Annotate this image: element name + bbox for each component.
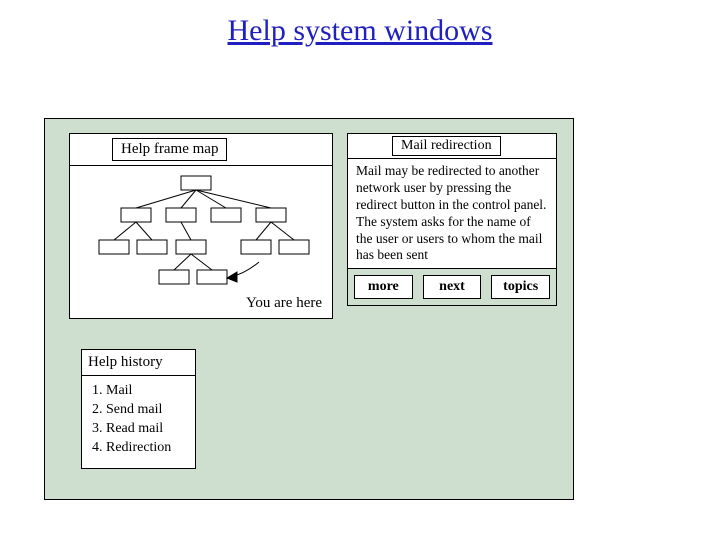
- item-label: Send mail: [106, 402, 162, 417]
- item-number: 3.: [92, 421, 103, 436]
- more-button[interactable]: more: [354, 275, 413, 299]
- you-are-here-label: You are here: [246, 295, 322, 312]
- item-number: 4.: [92, 440, 103, 455]
- item-label: Read mail: [106, 421, 163, 436]
- topics-button[interactable]: topics: [491, 275, 550, 299]
- mail-redirection-window: Mail redirection Mail may be redirected …: [347, 133, 557, 306]
- mail-redirection-body: Mail may be redirected to another networ…: [348, 159, 556, 268]
- help-frame-map-window: Help frame map: [69, 133, 333, 319]
- page-title: Help system windows: [0, 0, 720, 48]
- help-history-title: Help history: [82, 350, 195, 375]
- item-number: 2.: [92, 402, 103, 417]
- tree-diagram-icon: [81, 170, 321, 290]
- list-item[interactable]: 4. Redirection: [92, 439, 189, 458]
- item-label: Mail: [106, 383, 132, 398]
- list-item[interactable]: 2. Send mail: [92, 401, 189, 420]
- help-history-list: 1. Mail 2. Send mail 3. Read mail 4. Red…: [82, 376, 195, 468]
- item-number: 1.: [92, 383, 103, 398]
- list-item[interactable]: 1. Mail: [92, 382, 189, 401]
- mail-redirection-title: Mail redirection: [392, 136, 501, 156]
- help-history-window: Help history 1. Mail 2. Send mail 3. Rea…: [81, 349, 196, 469]
- next-button[interactable]: next: [423, 275, 482, 299]
- mail-button-bar: more next topics: [348, 269, 556, 305]
- list-item[interactable]: 3. Read mail: [92, 420, 189, 439]
- help-frame-map-title: Help frame map: [112, 138, 227, 161]
- main-panel: Help frame map: [44, 118, 574, 500]
- divider: [70, 165, 332, 166]
- item-label: Redirection: [106, 440, 171, 455]
